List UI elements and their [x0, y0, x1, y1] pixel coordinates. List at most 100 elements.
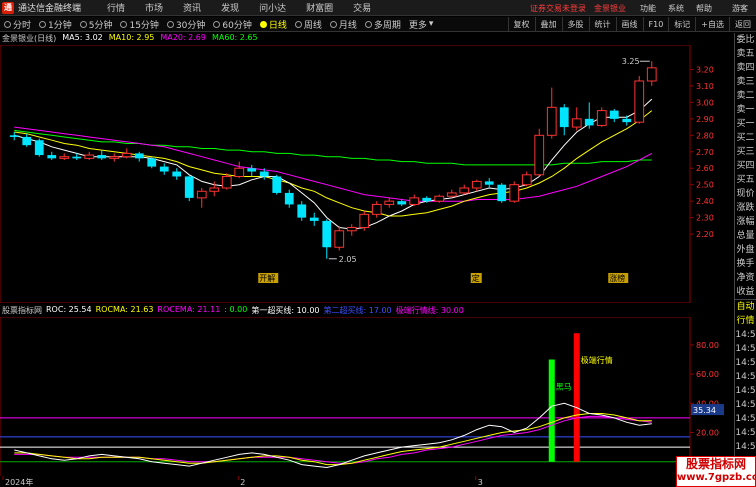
tab-1min[interactable]: 1分钟 [35, 18, 76, 31]
candle-body-down [34, 140, 44, 156]
system-menu[interactable]: 系统 [662, 3, 690, 14]
quote-field-label: 净资 [736, 273, 755, 283]
radio-icon [79, 20, 87, 28]
tick-time: 14:5 [735, 442, 756, 452]
date-tick-label: 3 [478, 478, 483, 487]
current-value-label: 35.34 [693, 406, 716, 415]
menu-item-discover[interactable]: 发现 [211, 1, 249, 14]
tab-5min[interactable]: 5分钟 [76, 18, 117, 31]
signal-bar-label: 极端行情 [581, 355, 613, 365]
price-tick-label: 3.00 [696, 98, 714, 107]
date-tick-label: 2024年 [5, 477, 33, 487]
menu-item-quotes[interactable]: 行情 [97, 1, 135, 14]
tick-time: 14:5 [735, 386, 756, 396]
tab-weekly[interactable]: 周线 [291, 18, 326, 31]
quote-field-label: 卖一 [736, 105, 755, 115]
candle-body-down [172, 171, 182, 177]
price-tick-label: 3.20 [696, 65, 714, 74]
candle-body-up [196, 190, 207, 199]
broker-name[interactable]: 金景银业 [594, 3, 626, 14]
quote-field-label: 涨跌 [736, 203, 755, 213]
chevron-down-icon: ▾ [428, 19, 434, 29]
sub-tick-label: 60.00 [696, 370, 719, 379]
tool-overlay[interactable]: 叠加 [534, 17, 562, 32]
tab-multi-period[interactable]: 多周期 [361, 18, 405, 31]
candle-body-up [646, 67, 657, 82]
auto-quote-toggle[interactable]: 行情 [735, 314, 756, 328]
candle-body-down [47, 155, 57, 159]
candle-body-up [634, 80, 645, 123]
sub-tick-label: 20.00 [696, 429, 719, 438]
tab-60min[interactable]: 60分钟 [209, 18, 255, 31]
quote-field-label: 总量 [736, 231, 755, 241]
tool-multi-stock[interactable]: 多股 [561, 17, 589, 32]
tab-30min[interactable]: 30分钟 [163, 18, 209, 31]
guest-user[interactable]: 游客 [718, 3, 756, 14]
indicator-name[interactable]: 股票指标网 [2, 305, 42, 317]
signal-bar [548, 359, 555, 462]
tab-15min[interactable]: 15分钟 [116, 18, 162, 31]
indicator-chart[interactable]: 80.0060.0040.0020.0035.34黑马极端行情 [0, 317, 734, 477]
tool-draw[interactable]: 画线 [615, 17, 643, 32]
candle-body-down [9, 135, 19, 137]
price-tick-label: 2.40 [696, 197, 714, 206]
candle-body-up [571, 118, 582, 128]
quote-field-label: 委比 [736, 35, 755, 45]
tick-time: 14:5 [735, 400, 756, 410]
candlestick-chart[interactable]: 3.20 3.10 3.00 2.90 2.80 2.70 2.60 2.50 2.40 2.30… [0, 45, 734, 303]
tool-mark[interactable]: 标记 [668, 17, 695, 32]
menu-item-news[interactable]: 资讯 [173, 1, 211, 14]
price-tick-label: 3.10 [696, 82, 714, 91]
function-menu[interactable]: 功能 [634, 3, 662, 14]
app-window: 通 通达信金融终端 行情 市场 资讯 发现 问小达 财富圈 交易 证券交易未登录… [0, 0, 756, 487]
main-chart-legend: 金景银业(日线) MA5: 3.02 MA10: 2.95 MA20: 2.69… [0, 33, 258, 45]
menu-item-wealth[interactable]: 财富圈 [296, 1, 343, 14]
rocma-value: ROCMA: 21.63 [95, 305, 154, 314]
candle-body-down [134, 153, 144, 159]
quote-field-label: 买二 [736, 133, 755, 143]
tool-add-watchlist[interactable]: +自选 [695, 17, 729, 32]
plot-frame [0, 45, 691, 303]
chart-tools: 复权 叠加 多股 统计 画线 F10 标记 +自选 返回 [507, 17, 756, 32]
price-tick-label: 2.90 [696, 115, 714, 124]
tick-time: 14:5 [735, 428, 756, 438]
line2-value: 第二超买线: 17.00 [323, 306, 392, 315]
quote-field-label: 换手 [736, 259, 755, 269]
candle-body-up [471, 180, 482, 189]
candle-body-down [22, 136, 32, 146]
tab-more[interactable]: 更多 ▾ [405, 18, 438, 31]
candle-body-down [72, 156, 82, 159]
title-bar-right: 证券交易未登录 金景银业 功能 系统 帮助 游客 [530, 0, 756, 16]
candle-body-down [259, 171, 269, 177]
date-axis: 2024年 2 3 [0, 476, 690, 487]
login-warning[interactable]: 证券交易未登录 [530, 3, 586, 14]
candle-body-up [434, 195, 445, 202]
tab-daily[interactable]: 日线 [256, 18, 291, 31]
quote-field-label: 外盘 [736, 245, 755, 255]
date-tick-label: 2 [240, 478, 245, 487]
help-menu[interactable]: 帮助 [690, 3, 718, 14]
date-axis-bg [0, 476, 690, 487]
tool-f10[interactable]: F10 [642, 17, 669, 32]
candle-body-down [584, 118, 594, 126]
tool-stats[interactable]: 统计 [588, 17, 616, 32]
tab-monthly[interactable]: 月线 [326, 18, 361, 31]
candle-body-up [334, 230, 345, 248]
sub-tick-label: 80.00 [696, 341, 719, 350]
rocema-value: ROCEMA: 21.11 [157, 305, 221, 314]
tool-adjust[interactable]: 复权 [507, 17, 535, 32]
stock-name[interactable]: 金景银业(日线) [2, 33, 56, 45]
sub-plot-frame [0, 317, 691, 477]
tab-timeshare[interactable]: 分时 [0, 18, 35, 31]
app-logo-icon: 通 [2, 1, 14, 14]
candle-body-down [272, 176, 282, 193]
quote-field-label: 买一 [736, 119, 755, 129]
ma5-value: MA5: 3.02 [62, 33, 103, 42]
tool-back[interactable]: 返回 [729, 17, 756, 32]
auto-quote-toggle[interactable]: 自动 [735, 300, 756, 314]
candle-body-up [84, 154, 95, 159]
radio-icon [4, 20, 11, 28]
menu-item-market[interactable]: 市场 [135, 1, 173, 14]
menu-item-ask[interactable]: 问小达 [249, 1, 296, 14]
menu-item-trade[interactable]: 交易 [343, 1, 381, 14]
